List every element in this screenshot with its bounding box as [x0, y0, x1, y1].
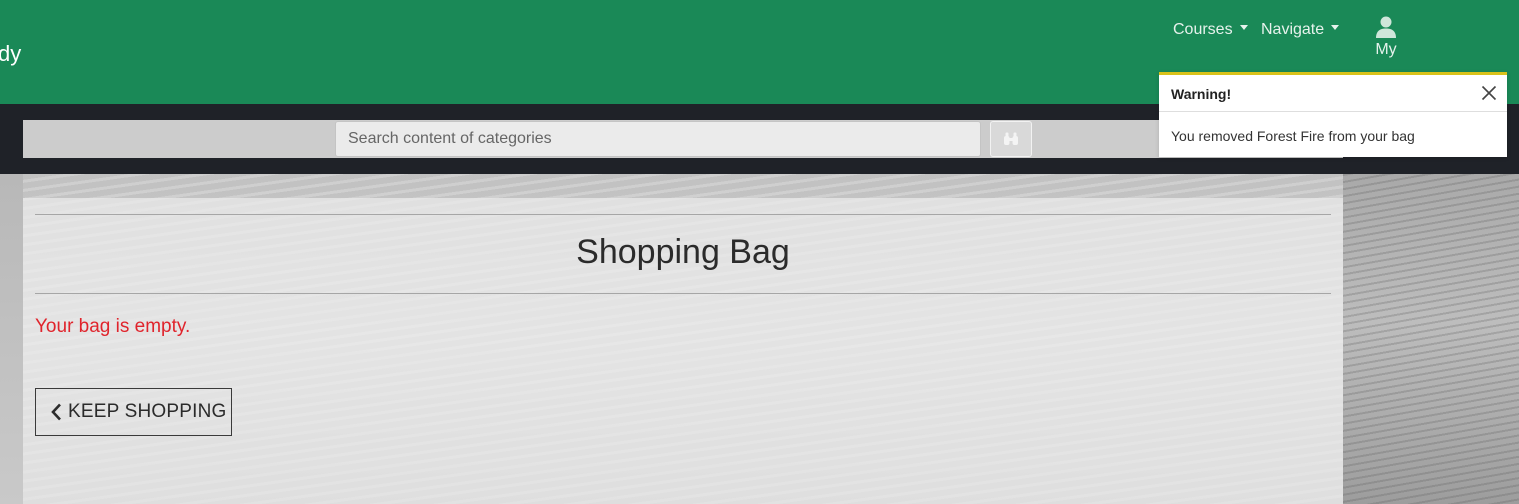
- nav-navigate-dropdown[interactable]: Navigate: [1261, 19, 1340, 41]
- close-icon: [1481, 85, 1497, 101]
- my-account-menu[interactable]: My: [1366, 16, 1406, 66]
- page-title: Shopping Bag: [576, 233, 790, 271]
- toast-message: You removed Forest Fire from your bag: [1171, 128, 1415, 144]
- shopping-bag-panel: Shopping Bag Your bag is empty. KEEP SHO…: [23, 198, 1343, 504]
- chevron-left-icon: [51, 403, 61, 421]
- caret-down-icon: [1239, 25, 1248, 31]
- toast-close-button[interactable]: [1479, 83, 1499, 103]
- my-account-label: My: [1375, 41, 1397, 58]
- keep-shopping-button[interactable]: KEEP SHOPPING: [35, 388, 232, 436]
- nav-navigate-label: Navigate: [1261, 21, 1325, 38]
- toast-title: Warning!: [1171, 86, 1232, 102]
- empty-bag-message: Your bag is empty.: [35, 316, 191, 337]
- nav-courses-dropdown[interactable]: Courses: [1173, 19, 1248, 41]
- binoculars-icon: [1004, 132, 1018, 145]
- search-input[interactable]: [335, 121, 981, 157]
- toast-header: Warning!: [1159, 75, 1507, 112]
- search-button[interactable]: [990, 121, 1032, 157]
- nav-courses-label: Courses: [1173, 21, 1233, 38]
- divider-top: [35, 214, 1331, 215]
- keep-shopping-label: KEEP SHOPPING: [68, 401, 227, 422]
- background-photo-left: [0, 174, 23, 504]
- search-container: [23, 120, 1343, 158]
- divider-bottom: [35, 293, 1331, 294]
- caret-down-icon: [1331, 25, 1340, 31]
- page: dy Courses Navigate My Search content of…: [0, 0, 1519, 504]
- background-photo-right: [1343, 174, 1519, 504]
- brand-name[interactable]: dy: [0, 42, 21, 66]
- warning-toast: Warning! You removed Forest Fire from yo…: [1159, 72, 1507, 157]
- user-icon: [1376, 16, 1396, 38]
